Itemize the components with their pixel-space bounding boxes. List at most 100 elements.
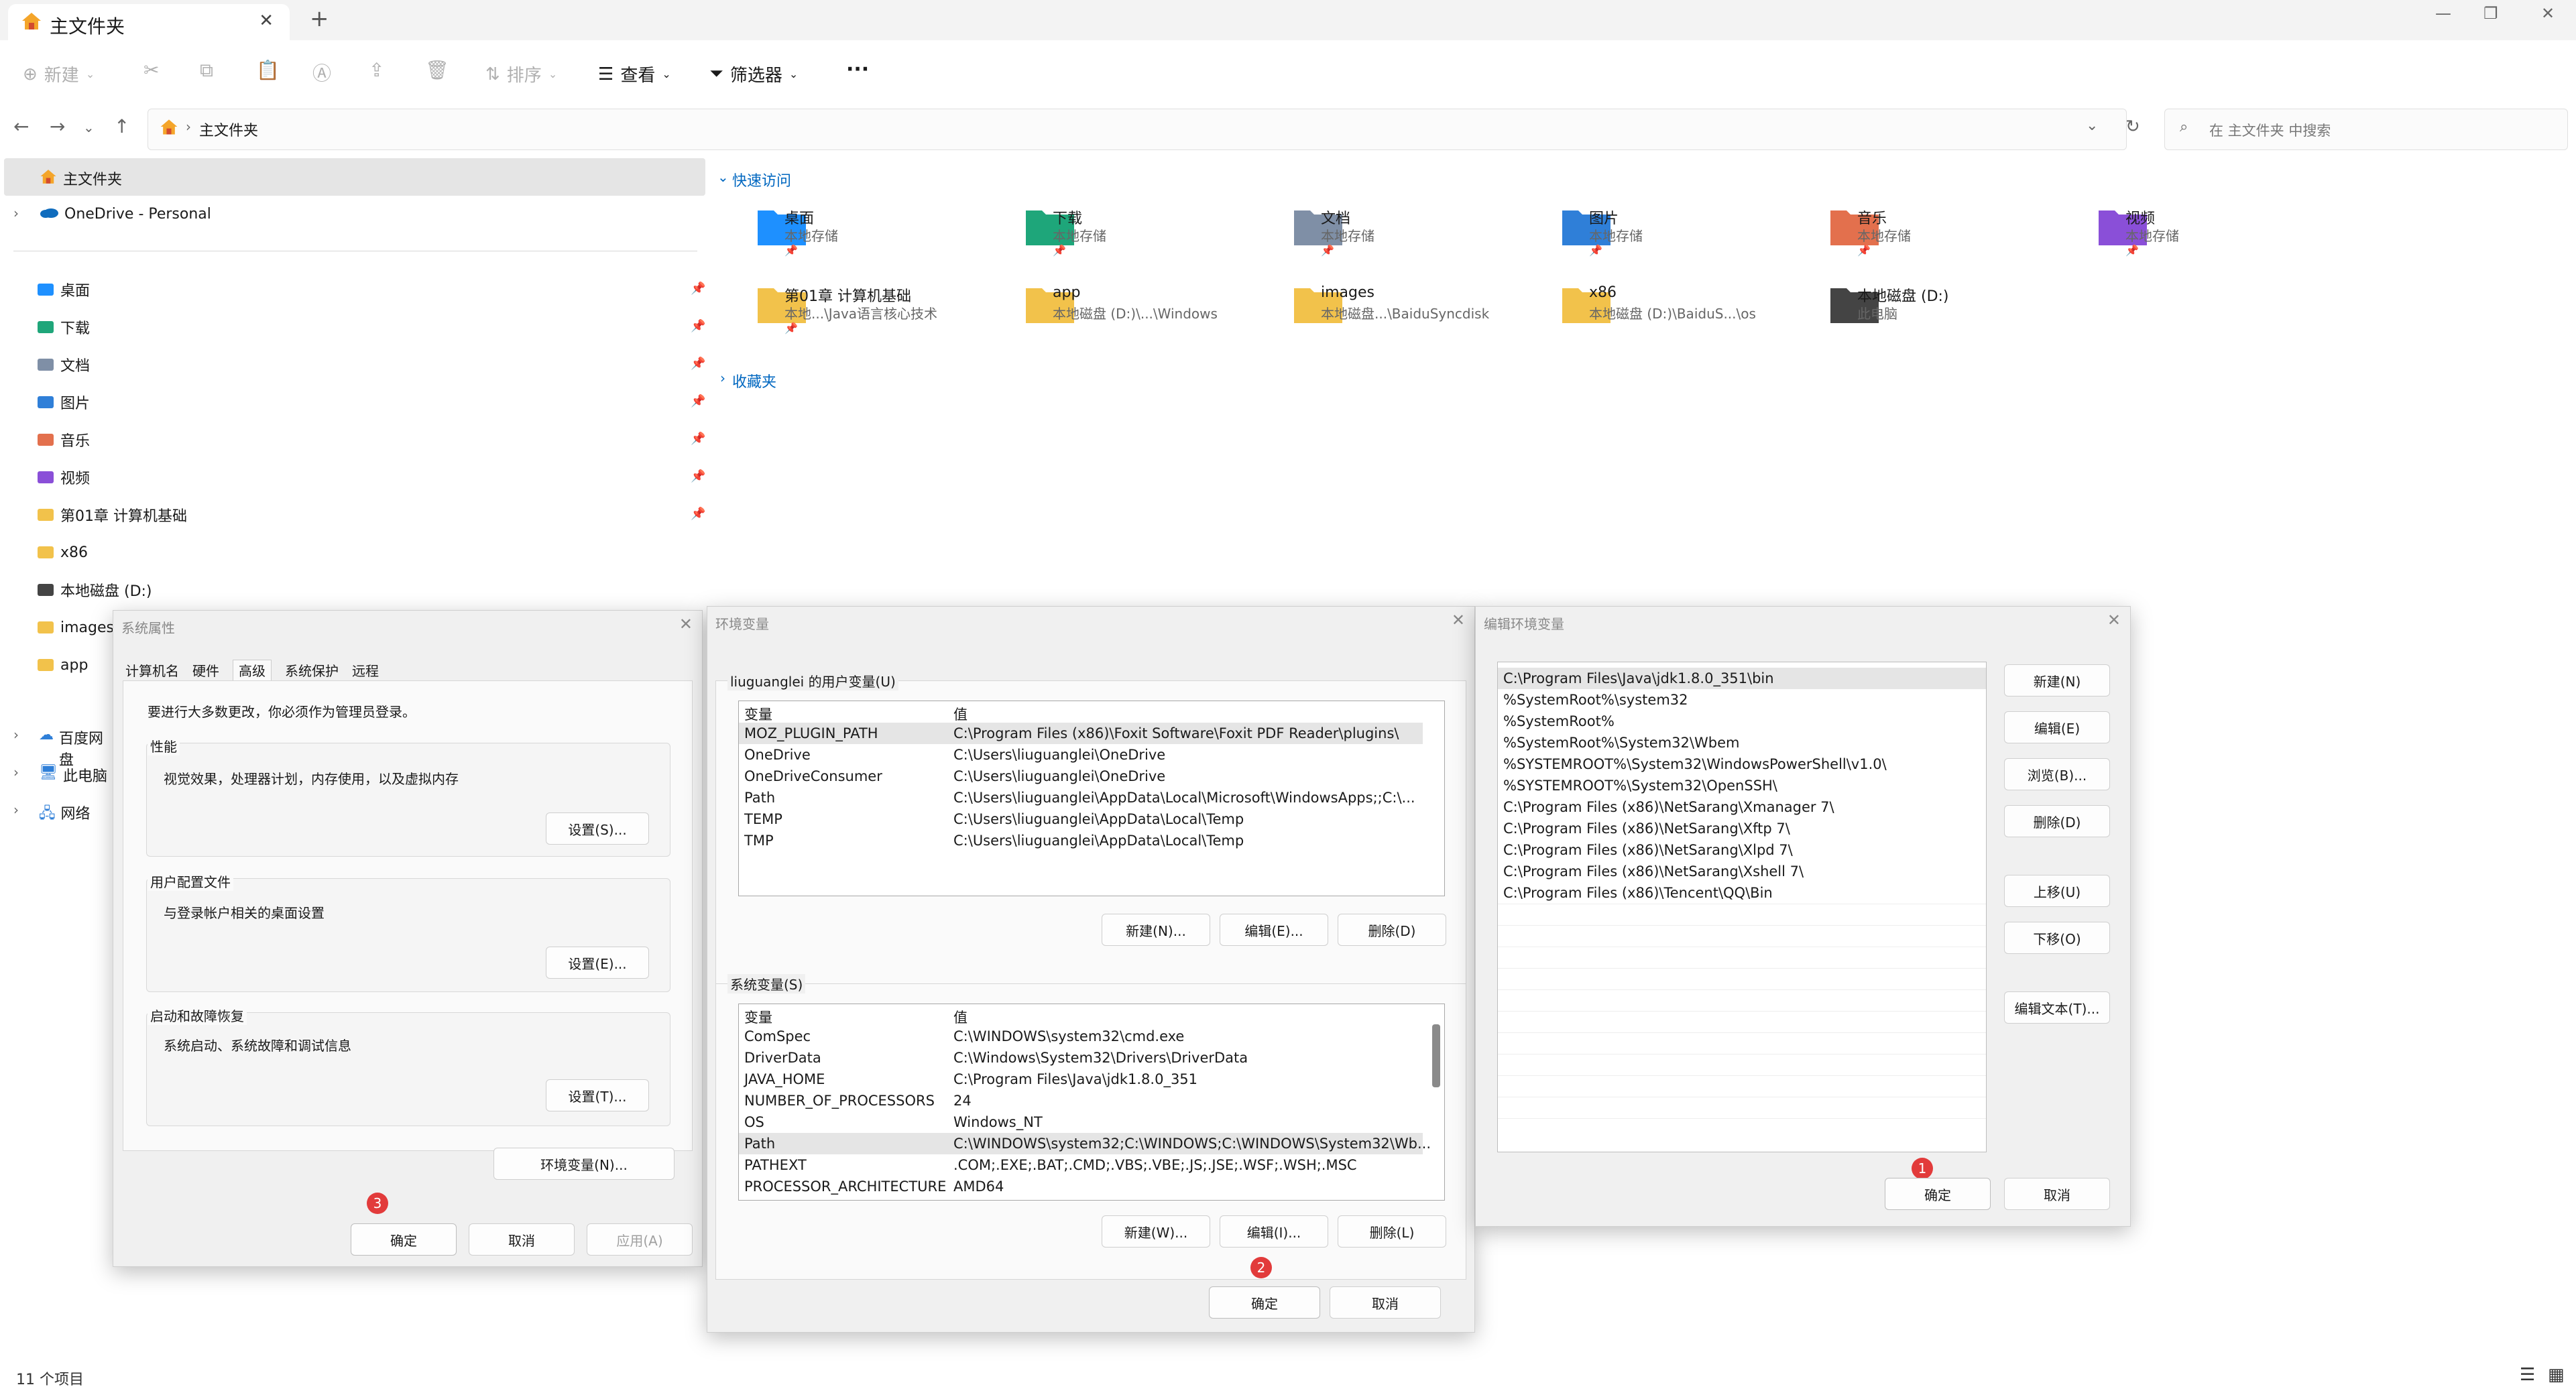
details-view-icon[interactable]: ☰ xyxy=(2520,1365,2535,1385)
list-item[interactable]: %SystemRoot% xyxy=(1498,711,1986,732)
system-vars-list[interactable]: 变量 值 ComSpec C:\WINDOWS\system32\cmd.exe D… xyxy=(738,1004,1445,1201)
user-profile-settings-button[interactable]: 设置(E)... xyxy=(546,947,649,979)
cancel-button[interactable]: 取消 xyxy=(2004,1178,2110,1210)
table-row[interactable]: ComSpec C:\WINDOWS\system32\cmd.exe xyxy=(739,1026,1423,1047)
sidebar-item[interactable]: 文档 xyxy=(38,351,90,378)
table-row[interactable]: Path C:\Users\liuguanglei\AppData\Local\M… xyxy=(739,787,1423,808)
paste-icon[interactable]: 📋 xyxy=(256,59,280,81)
view-button[interactable]: ☰ 查看 ⌄ xyxy=(598,62,671,86)
recent-chevron-icon[interactable]: ⌄ xyxy=(83,119,95,135)
browse-button[interactable]: 浏览(B)... xyxy=(2004,758,2110,790)
table-row[interactable]: PROCESSOR_ARCHITECTURE AMD64 xyxy=(739,1176,1423,1197)
apply-button[interactable]: 应用(A) xyxy=(587,1223,693,1256)
list-item[interactable]: C:\Program Files\Java\jdk1.8.0_351\bin xyxy=(1498,668,1986,689)
expand-chevron-icon[interactable]: › xyxy=(13,764,19,780)
cancel-button[interactable]: 取消 xyxy=(469,1223,575,1256)
user-edit-button[interactable]: 编辑(E)... xyxy=(1220,914,1328,946)
rename-icon[interactable]: Ⓐ xyxy=(312,59,331,86)
close-window-icon[interactable]: ✕ xyxy=(2541,4,2555,23)
quick-access-header[interactable]: 快速访问 xyxy=(732,169,791,190)
quick-access-tile[interactable]: app 本地磁盘 (D:)\...\Windows xyxy=(991,279,1246,346)
ok-button[interactable]: 确定 xyxy=(351,1223,457,1256)
expand-chevron-icon[interactable]: › xyxy=(13,205,19,221)
tab-system-protection[interactable]: 系统保护 xyxy=(285,663,339,679)
close-icon[interactable]: ✕ xyxy=(679,615,693,633)
copy-icon[interactable]: ⧉ xyxy=(200,59,213,82)
tab-advanced[interactable]: 高级 xyxy=(233,660,272,682)
list-item[interactable]: %SystemRoot%\System32\Wbem xyxy=(1498,732,1986,753)
delete-icon[interactable]: 🗑 xyxy=(425,59,449,81)
edit-text-button[interactable]: 编辑文本(T)... xyxy=(2004,991,2110,1024)
system-delete-button[interactable]: 删除(L) xyxy=(1338,1215,1446,1248)
table-row[interactable]: MOZ_PLUGIN_PATH C:\Program Files (x86)\Fo… xyxy=(739,723,1423,744)
sidebar-item-network[interactable]: 🖧 网络 xyxy=(39,802,91,827)
table-row[interactable]: NUMBER_OF_PROCESSORS 24 xyxy=(739,1090,1423,1111)
user-new-button[interactable]: 新建(N)... xyxy=(1102,914,1210,946)
sidebar-item[interactable]: 第01章 计算机基础 xyxy=(38,501,187,528)
ok-button[interactable]: 确定 xyxy=(1209,1286,1320,1319)
new-button[interactable]: ⊕ 新建 ⌄ xyxy=(23,62,95,86)
sidebar-item-home[interactable]: 主文件夹 xyxy=(4,158,705,196)
quick-access-tile[interactable]: 图片 本地存储 📌 xyxy=(1527,201,1782,268)
share-icon[interactable]: ⇪ xyxy=(369,59,384,81)
list-item[interactable]: C:\Program Files (x86)\NetSarang\Xmanage… xyxy=(1498,796,1986,818)
cut-icon[interactable]: ✂ xyxy=(143,59,159,81)
new-tab-button[interactable]: + xyxy=(310,5,329,32)
tab-hardware[interactable]: 硬件 xyxy=(192,663,219,679)
minimize-icon[interactable]: — xyxy=(2435,4,2451,23)
sidebar-item[interactable]: 音乐 xyxy=(38,426,90,453)
sidebar-item-onedrive[interactable]: OneDrive - Personal xyxy=(39,205,211,223)
close-icon[interactable]: ✕ xyxy=(2107,611,2121,629)
column-header-value[interactable]: 值 xyxy=(953,704,968,724)
list-item[interactable]: %SystemRoot%\system32 xyxy=(1498,689,1986,711)
search-box[interactable]: ⌕ 在 主文件夹 中搜索 xyxy=(2164,109,2568,150)
address-bar[interactable]: › 主文件夹 ⌄ xyxy=(148,109,2127,150)
forward-arrow-icon[interactable]: → xyxy=(50,115,65,137)
delete-entry-button[interactable]: 删除(D) xyxy=(2004,805,2110,837)
quick-access-tile[interactable]: images 本地磁盘...\BaiduSyncdisk xyxy=(1259,279,1514,346)
column-header-value[interactable]: 值 xyxy=(953,1007,968,1027)
tiles-view-icon[interactable]: ▦ xyxy=(2548,1365,2565,1385)
system-new-button[interactable]: 新建(W)... xyxy=(1102,1215,1210,1248)
list-item[interactable]: C:\Program Files (x86)\NetSarang\Xshell … xyxy=(1498,861,1986,882)
sort-button[interactable]: ⇅ 排序 ⌄ xyxy=(485,62,557,86)
scrollbar-thumb[interactable] xyxy=(1432,1024,1440,1087)
path-entries-list[interactable]: C:\Program Files\Java\jdk1.8.0_351\bin %S… xyxy=(1497,662,1987,1152)
table-row[interactable]: Path C:\WINDOWS\system32;C:\WINDOWS;C:\WI… xyxy=(739,1133,1431,1154)
list-item[interactable]: %SYSTEMROOT%\System32\OpenSSH\ xyxy=(1498,775,1986,796)
move-down-button[interactable]: 下移(O) xyxy=(2004,922,2110,954)
table-row[interactable]: PATHEXT .COM;.EXE;.BAT;.CMD;.VBS;.VBE;.JS… xyxy=(739,1154,1423,1176)
startup-settings-button[interactable]: 设置(T)... xyxy=(546,1079,649,1111)
table-row[interactable]: OS Windows_NT xyxy=(739,1111,1423,1133)
back-arrow-icon[interactable]: ← xyxy=(13,115,29,137)
sidebar-item[interactable]: 图片 xyxy=(38,389,90,416)
user-delete-button[interactable]: 删除(D) xyxy=(1338,914,1446,946)
sidebar-item-baidu[interactable]: ☁ 百度网盘 xyxy=(39,727,111,770)
quick-access-tile[interactable]: x86 本地磁盘 (D:)\BaiduS...\os xyxy=(1527,279,1782,346)
table-row[interactable]: OneDriveConsumer C:\Users\liuguanglei\One… xyxy=(739,766,1423,787)
list-item[interactable]: %SYSTEMROOT%\System32\WindowsPowerShell\… xyxy=(1498,753,1986,775)
list-item[interactable]: C:\Program Files (x86)\NetSarang\Xlpd 7\ xyxy=(1498,839,1986,861)
tab-computer-name[interactable]: 计算机名 xyxy=(125,663,179,679)
tab-remote[interactable]: 远程 xyxy=(352,663,379,679)
breadcrumb-home[interactable]: 主文件夹 xyxy=(199,119,258,140)
up-arrow-icon[interactable]: ↑ xyxy=(114,115,129,137)
quick-access-tile[interactable]: 桌面 本地存储 📌 xyxy=(723,201,978,268)
address-dropdown-icon[interactable]: ⌄ xyxy=(2086,117,2098,134)
maximize-icon[interactable]: ❐ xyxy=(2483,4,2498,23)
table-row[interactable]: DriverData C:\Windows\System32\Drivers\Dr… xyxy=(739,1047,1423,1069)
move-up-button[interactable]: 上移(U) xyxy=(2004,875,2110,907)
column-header-variable[interactable]: 变量 xyxy=(744,704,772,724)
table-row[interactable]: TEMP C:\Users\liuguanglei\AppData\Local\T… xyxy=(739,808,1423,830)
new-entry-button[interactable]: 新建(N) xyxy=(2004,664,2110,696)
sidebar-item[interactable]: images xyxy=(38,614,114,641)
sidebar-item[interactable]: 本地磁盘 (D:) xyxy=(38,577,152,603)
sidebar-item-this-pc[interactable]: 🖥 此电脑 xyxy=(39,764,107,786)
quick-access-tile[interactable]: 音乐 本地存储 📌 xyxy=(1796,201,2050,268)
sidebar-item[interactable]: app xyxy=(38,652,88,678)
table-row[interactable]: TMP C:\Users\liuguanglei\AppData\Local\Te… xyxy=(739,830,1423,851)
edit-entry-button[interactable]: 编辑(E) xyxy=(2004,711,2110,743)
list-item[interactable]: C:\Program Files (x86)\NetSarang\Xftp 7\ xyxy=(1498,818,1986,839)
environment-variables-button[interactable]: 环境变量(N)... xyxy=(493,1148,675,1180)
sidebar-item[interactable]: x86 xyxy=(38,539,88,566)
